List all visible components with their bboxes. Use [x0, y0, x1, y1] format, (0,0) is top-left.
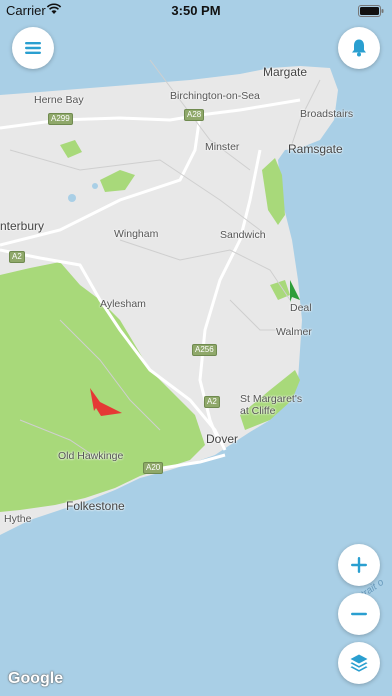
- place-label-wingham: Wingham: [114, 228, 159, 240]
- place-label-aylesham: Aylesham: [100, 298, 146, 310]
- place-label-sandwich: Sandwich: [220, 229, 266, 241]
- plus-icon: [351, 557, 367, 573]
- google-attribution: Google: [8, 670, 64, 687]
- place-label-hythe: Hythe: [4, 513, 32, 525]
- place-label-walmer: Walmer: [276, 326, 312, 338]
- road-shield-a2-dover: A2: [204, 396, 220, 408]
- road-shield-a20: A20: [143, 462, 164, 474]
- bell-icon: [352, 39, 366, 57]
- hamburger-icon: [25, 42, 41, 54]
- place-label-canterbury: nterbury: [0, 219, 45, 233]
- place-label-margate: Margate: [263, 65, 308, 79]
- place-label-folkestone: Folkestone: [66, 499, 125, 513]
- battery-icon: [358, 5, 384, 17]
- place-label-old-hawkinge: Old Hawkinge: [58, 450, 124, 462]
- status-bar: Carrier 3:50 PM: [0, 0, 392, 22]
- road-shield-a2: A2: [9, 251, 25, 263]
- place-label-birchington: Birchington-on-Sea: [170, 90, 260, 102]
- place-label-dover: Dover: [206, 432, 239, 446]
- zoom-out-button[interactable]: [338, 593, 380, 635]
- place-label-minster: Minster: [205, 141, 240, 153]
- minus-icon: [351, 612, 367, 616]
- road-shield-a256: A256: [192, 344, 217, 356]
- zoom-in-button[interactable]: [338, 544, 380, 586]
- place-label-deal: Deal: [290, 302, 312, 314]
- place-label-ramsgate: Ramsgate: [288, 142, 343, 156]
- place-label-herne-bay: Herne Bay: [34, 94, 84, 106]
- map-layers-button[interactable]: [338, 642, 380, 684]
- clock-time: 3:50 PM: [171, 3, 221, 18]
- place-label-st-margarets: St Margaret's at Cliffe: [240, 393, 303, 417]
- menu-button[interactable]: [12, 27, 54, 69]
- notifications-button[interactable]: [338, 27, 380, 69]
- place-label-broadstairs: Broadstairs: [300, 108, 354, 120]
- road-shield-a28: A28: [184, 109, 205, 121]
- layers-icon: [350, 654, 368, 672]
- road-shield-a299: A299: [48, 113, 73, 125]
